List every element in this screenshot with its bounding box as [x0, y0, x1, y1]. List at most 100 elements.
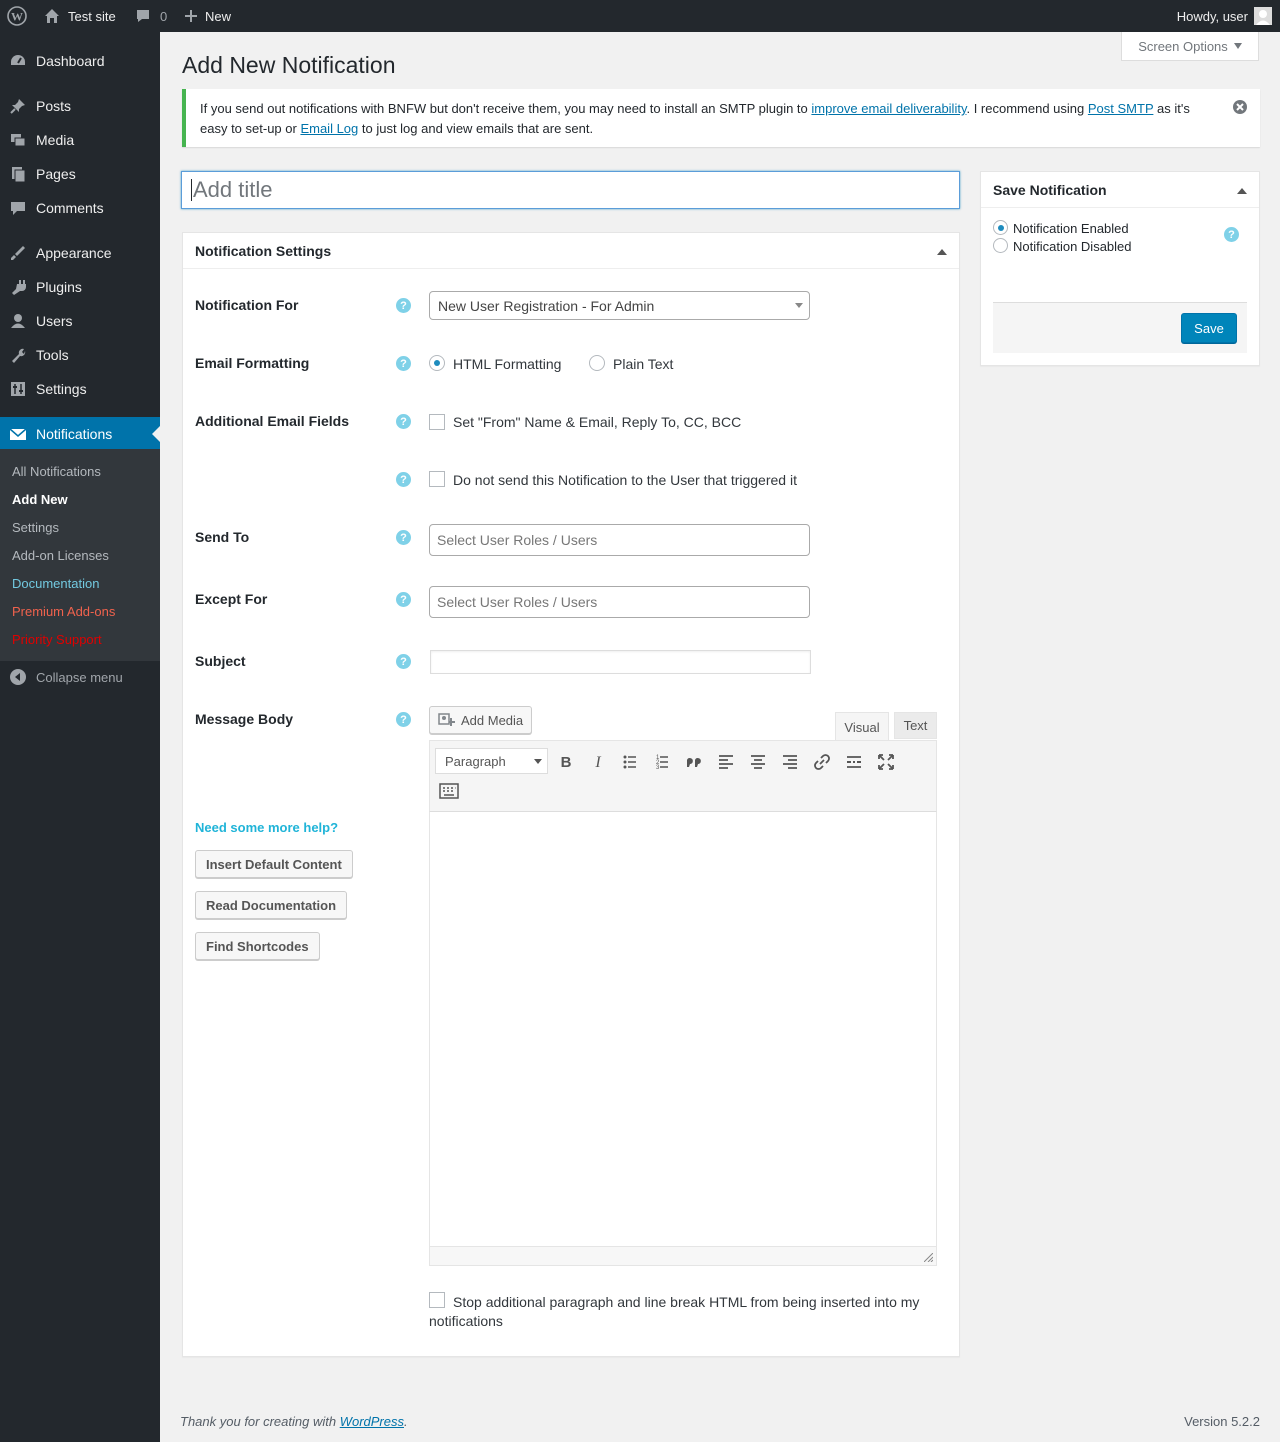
- notice-text-part: If you send out notifications with BNFW …: [200, 101, 812, 116]
- html-formatting-radio[interactable]: [429, 355, 445, 371]
- collapse-toggle-icon[interactable]: [937, 247, 947, 255]
- subject-input[interactable]: [430, 650, 811, 674]
- need-help-heading: Need some more help?: [195, 820, 339, 835]
- insert-default-content-button[interactable]: Insert Default Content: [195, 850, 353, 878]
- svg-text:B: B: [561, 754, 572, 771]
- send-to-placeholder: Select User Roles / Users: [437, 532, 598, 548]
- help-icon[interactable]: ?: [396, 298, 411, 313]
- help-icon[interactable]: ?: [396, 414, 411, 429]
- except-for-select[interactable]: Select User Roles / Users: [429, 586, 810, 618]
- notification-enabled-radio[interactable]: [993, 220, 1008, 235]
- collapse-toggle-icon[interactable]: [1237, 186, 1247, 194]
- comments-link[interactable]: 0: [135, 0, 167, 32]
- sidebar-item-posts[interactable]: Posts: [0, 89, 160, 123]
- notification-for-select[interactable]: New User Registration - For Admin: [429, 291, 810, 320]
- plain-text-radio[interactable]: [589, 355, 605, 371]
- submenu-settings[interactable]: Settings: [12, 520, 59, 535]
- help-icon[interactable]: ?: [1224, 227, 1239, 242]
- additional-fields-option-label: Set "From" Name & Email, Reply To, CC, B…: [453, 414, 742, 430]
- toolbar-toggle-icon[interactable]: [439, 781, 459, 801]
- pages-icon: [9, 165, 27, 183]
- help-icon[interactable]: ?: [396, 592, 411, 607]
- find-shortcodes-button[interactable]: Find Shortcodes: [195, 932, 320, 960]
- insert-default-label: Insert Default Content: [206, 856, 342, 872]
- site-name-link[interactable]: Test site: [44, 0, 116, 32]
- improve-deliverability-link[interactable]: improve email deliverability: [811, 101, 966, 116]
- new-label: New: [205, 8, 232, 24]
- tab-text[interactable]: Text: [894, 712, 937, 739]
- read-more-icon[interactable]: [844, 752, 864, 772]
- wordpress-link[interactable]: WordPress: [340, 1414, 404, 1429]
- sidebar-item-label: Pages: [36, 166, 76, 182]
- help-icon[interactable]: ?: [396, 356, 411, 371]
- sidebar-item-plugins[interactable]: Plugins: [0, 270, 160, 304]
- additional-fields-checkbox[interactable]: [429, 414, 445, 430]
- help-icon[interactable]: ?: [396, 530, 411, 545]
- notification-disabled-radio[interactable]: [993, 238, 1008, 253]
- align-center-icon[interactable]: [748, 752, 768, 772]
- html-formatting-label: HTML Formatting: [453, 356, 562, 372]
- fullscreen-icon[interactable]: [876, 752, 896, 772]
- bold-icon[interactable]: B: [556, 752, 576, 772]
- sidebar-item-appearance[interactable]: Appearance: [0, 236, 160, 270]
- help-icon[interactable]: ?: [396, 712, 411, 727]
- sidebar-item-notifications[interactable]: Notifications: [0, 417, 160, 451]
- help-icon[interactable]: ?: [396, 654, 411, 669]
- help-icon[interactable]: ?: [396, 472, 411, 487]
- bullet-list-icon[interactable]: [620, 752, 640, 772]
- submenu-add-new[interactable]: Add New: [12, 492, 68, 507]
- new-content-link[interactable]: New: [184, 0, 231, 32]
- smtp-notice: If you send out notifications with BNFW …: [182, 89, 1260, 147]
- dismiss-notice-icon[interactable]: [1232, 99, 1248, 115]
- link-icon[interactable]: [812, 752, 832, 772]
- wordpress-logo-icon[interactable]: W: [7, 0, 27, 32]
- additional-email-fields-label: Additional Email Fields: [195, 413, 350, 429]
- sidebar-item-users[interactable]: Users: [0, 304, 160, 338]
- title-input[interactable]: Add title: [181, 171, 960, 209]
- footer-thanks: Thank you for creating with WordPress.: [180, 1414, 408, 1429]
- sidebar-item-dashboard[interactable]: Dashboard: [0, 44, 160, 78]
- notice-text-part: . I recommend using: [966, 101, 1088, 116]
- submenu-all-notifications[interactable]: All Notifications: [12, 464, 101, 479]
- add-media-button[interactable]: Add Media: [429, 706, 533, 734]
- paragraph-format-select[interactable]: Paragraph: [435, 748, 548, 774]
- notification-settings-header[interactable]: Notification Settings: [183, 233, 959, 269]
- submenu-priority-support[interactable]: Priority Support: [12, 632, 102, 647]
- my-account-link[interactable]: Howdy, user: [1177, 0, 1272, 32]
- comments-icon: [9, 199, 27, 217]
- italic-icon[interactable]: I: [588, 752, 608, 772]
- save-button[interactable]: Save: [1181, 313, 1237, 343]
- numbered-list-icon[interactable]: 123: [652, 752, 672, 772]
- sidebar-item-label: Plugins: [36, 279, 82, 295]
- sidebar-item-tools[interactable]: Tools: [0, 338, 160, 372]
- sidebar-item-pages[interactable]: Pages: [0, 157, 160, 191]
- email-log-link[interactable]: Email Log: [300, 121, 358, 136]
- sidebar-item-settings[interactable]: Settings: [0, 372, 160, 406]
- collapse-menu-label: Collapse menu: [36, 669, 123, 685]
- submenu-premium-addons[interactable]: Premium Add-ons: [12, 604, 115, 619]
- comments-count: 0: [160, 8, 168, 24]
- screen-options-button[interactable]: Screen Options: [1121, 32, 1259, 61]
- editor-statusbar: [429, 1246, 937, 1266]
- post-smtp-link[interactable]: Post SMTP: [1088, 101, 1154, 116]
- home-icon: [44, 8, 60, 24]
- sidebar-item-label: Tools: [36, 347, 69, 363]
- submenu-addon-licenses[interactable]: Add-on Licenses: [12, 548, 109, 563]
- save-notification-title: Save Notification: [993, 181, 1107, 198]
- message-body-editor[interactable]: [429, 812, 937, 1266]
- chevron-down-icon: [534, 759, 542, 764]
- send-to-select[interactable]: Select User Roles / Users: [429, 524, 810, 556]
- do-not-send-checkbox[interactable]: [429, 471, 445, 487]
- read-documentation-button[interactable]: Read Documentation: [195, 891, 348, 919]
- sidebar-item-media[interactable]: Media: [0, 123, 160, 157]
- collapse-menu-button[interactable]: Collapse menu: [0, 660, 160, 694]
- save-notification-header[interactable]: Save Notification: [981, 172, 1259, 208]
- tab-visual[interactable]: Visual: [835, 712, 889, 741]
- resize-handle-icon[interactable]: [924, 1253, 933, 1262]
- align-left-icon[interactable]: [716, 752, 736, 772]
- text-cursor: [191, 179, 192, 201]
- align-right-icon[interactable]: [780, 752, 800, 772]
- blockquote-icon[interactable]: [684, 752, 704, 772]
- submenu-documentation[interactable]: Documentation: [12, 576, 99, 591]
- sidebar-item-comments[interactable]: Comments: [0, 191, 160, 225]
